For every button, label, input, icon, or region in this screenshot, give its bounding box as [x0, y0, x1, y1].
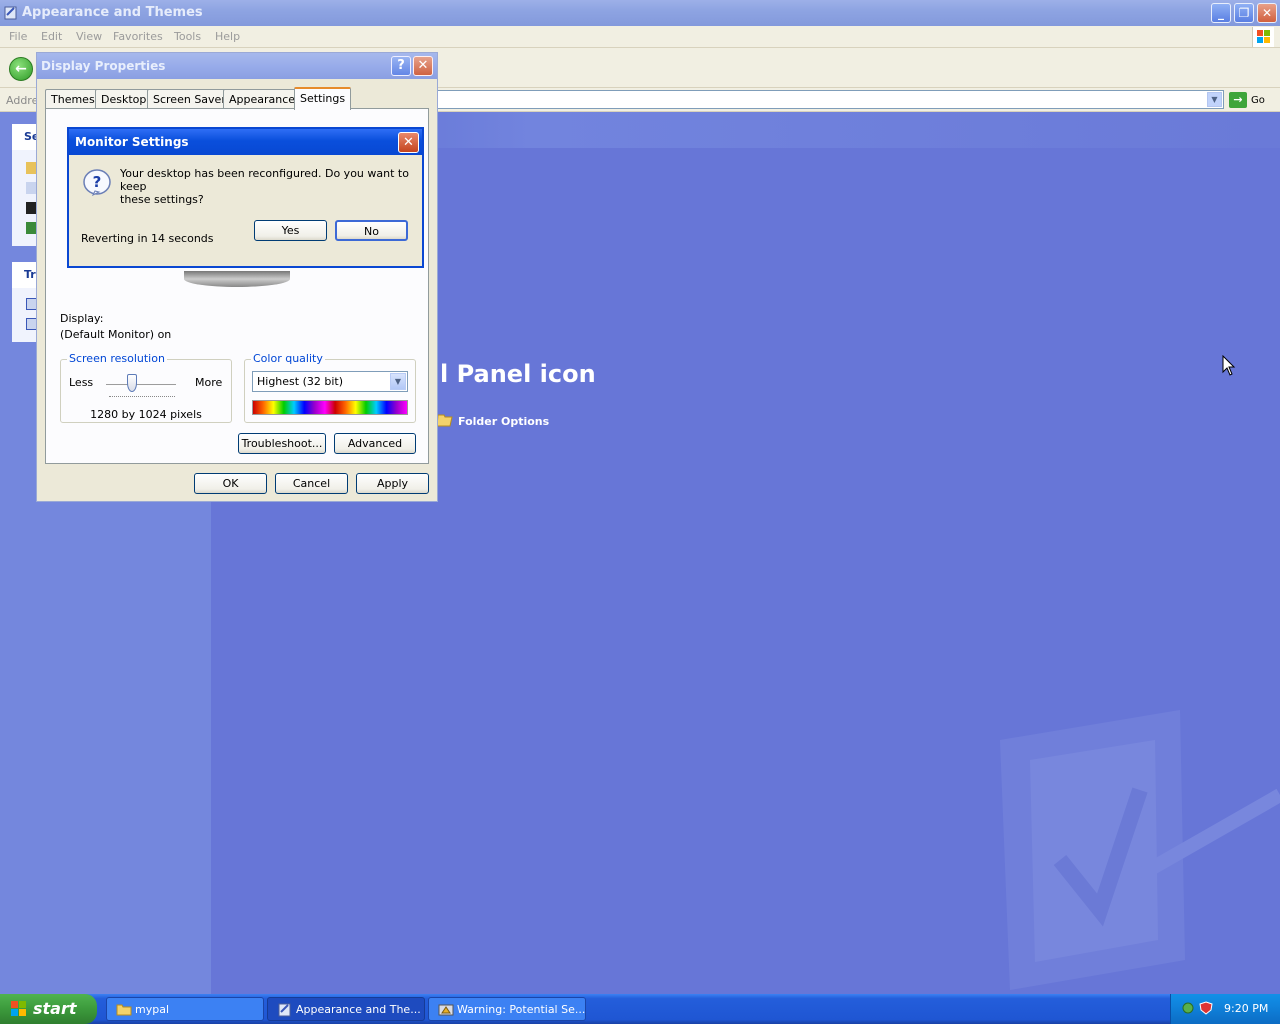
- back-button[interactable]: ←: [9, 57, 33, 81]
- taskbar-item-label: Warning: Potential Se...: [457, 1003, 586, 1016]
- troubleshoot-button[interactable]: Troubleshoot...: [238, 433, 326, 454]
- minimize-button[interactable]: _: [1211, 3, 1231, 23]
- cancel-button[interactable]: Cancel: [275, 473, 348, 494]
- tab-appearance[interactable]: Appearance: [223, 89, 302, 109]
- resolution-slider-thumb[interactable]: [127, 374, 137, 392]
- message-line-1: Your desktop has been reconfigured. Do y…: [120, 167, 409, 193]
- control-panel-icon: [278, 1003, 291, 1017]
- less-label: Less: [69, 376, 94, 389]
- monitor-settings-dialog: Monitor Settings ✕ ? Your desktop has be…: [67, 127, 424, 268]
- restore-button[interactable]: ❐: [1234, 3, 1254, 23]
- close-button[interactable]: ✕: [413, 56, 433, 76]
- system-tray: 9:20 PM: [1170, 994, 1280, 1024]
- help-button[interactable]: ?: [391, 56, 411, 76]
- tab-settings[interactable]: Settings: [294, 87, 352, 110]
- windows-logo-icon: [1252, 27, 1274, 47]
- address-label: Addre: [6, 94, 39, 107]
- resolution-slider[interactable]: [106, 384, 176, 387]
- taskbar-item-label: mypal: [135, 1003, 170, 1016]
- address-input[interactable]: ▼: [436, 90, 1224, 109]
- section-heading: l Panel icon: [440, 360, 596, 388]
- color-quality-select[interactable]: Highest (32 bit) ▼: [252, 371, 408, 392]
- more-label: More: [195, 376, 223, 389]
- windows-logo-icon: [11, 1001, 26, 1016]
- color-quality-group: Color quality Highest (32 bit) ▼: [244, 352, 416, 423]
- menu-favorites[interactable]: Favorites: [113, 30, 163, 43]
- mouse-cursor-icon: [1222, 355, 1236, 376]
- chevron-down-icon[interactable]: ▼: [390, 373, 406, 390]
- monitor-preview: [184, 271, 290, 287]
- screen-resolution-group: Screen resolution Less More 1280 by 1024…: [60, 352, 232, 423]
- menu-help[interactable]: Help: [215, 30, 240, 43]
- taskbar-item-warning[interactable]: Warning: Potential Se...: [428, 997, 586, 1021]
- tab-themes[interactable]: Themes: [45, 89, 101, 109]
- tab-desktop[interactable]: Desktop: [95, 89, 153, 109]
- menu-file[interactable]: File: [9, 30, 27, 43]
- folder-options-link[interactable]: Folder Options: [458, 415, 549, 428]
- menu-tools[interactable]: Tools: [174, 30, 201, 43]
- go-arrow-icon[interactable]: →: [1229, 92, 1247, 108]
- yes-button[interactable]: Yes: [254, 220, 327, 241]
- taskbar-item-label: Appearance and The...: [296, 1003, 421, 1016]
- close-button[interactable]: ✕: [1257, 3, 1277, 23]
- monitor-settings-message: Your desktop has been reconfigured. Do y…: [120, 167, 416, 206]
- folder-icon: [116, 1004, 132, 1016]
- taskbar-item-appearance[interactable]: Appearance and The...: [267, 997, 425, 1021]
- watermark-icon: [1000, 710, 1280, 990]
- no-button[interactable]: No: [335, 220, 408, 241]
- display-value: (Default Monitor) on: [60, 328, 172, 341]
- screen-resolution-legend: Screen resolution: [67, 352, 167, 365]
- taskbar: start mypal Appearance and The... Warnin…: [0, 994, 1280, 1024]
- color-spectrum-bar: [252, 400, 408, 415]
- message-line-2: these settings?: [120, 193, 204, 206]
- network-icon[interactable]: [1181, 1001, 1195, 1015]
- taskbar-item-mypal[interactable]: mypal: [106, 997, 264, 1021]
- warning-window-icon: [438, 1004, 454, 1016]
- menu-bar: File Edit View Favorites Tools Help: [0, 26, 1280, 48]
- tab-screen-saver[interactable]: Screen Saver: [147, 89, 232, 109]
- clock[interactable]: 9:20 PM: [1224, 1002, 1268, 1015]
- color-quality-value: Highest (32 bit): [257, 375, 344, 388]
- monitor-settings-title: Monitor Settings: [75, 135, 189, 149]
- folder-options-icon[interactable]: [436, 410, 454, 428]
- control-panel-icon: [4, 6, 17, 20]
- go-button[interactable]: Go: [1251, 95, 1265, 106]
- advanced-button[interactable]: Advanced: [334, 433, 416, 454]
- svg-text:?: ?: [93, 173, 102, 191]
- start-label: start: [33, 999, 77, 1018]
- explorer-titlebar[interactable]: Appearance and Themes _ ❐ ✕: [0, 0, 1280, 26]
- display-label: Display:: [60, 312, 104, 325]
- display-properties-titlebar[interactable]: Display Properties ? ✕: [37, 53, 437, 79]
- monitor-settings-titlebar[interactable]: Monitor Settings ✕: [69, 129, 422, 155]
- menu-edit[interactable]: Edit: [41, 30, 62, 43]
- slider-ticks: [109, 396, 175, 399]
- ok-button[interactable]: OK: [194, 473, 267, 494]
- display-properties-dialog: Display Properties ? ✕ Themes Desktop Sc…: [36, 52, 438, 502]
- security-shield-icon[interactable]: [1199, 1001, 1213, 1015]
- start-button[interactable]: start: [0, 994, 97, 1024]
- chevron-down-icon[interactable]: ▼: [1207, 92, 1222, 107]
- revert-countdown: Reverting in 14 seconds: [81, 232, 214, 245]
- close-button[interactable]: ✕: [398, 132, 419, 153]
- question-icon: ?: [83, 169, 111, 197]
- resolution-value: 1280 by 1024 pixels: [90, 408, 202, 421]
- explorer-title: Appearance and Themes: [22, 5, 203, 20]
- color-quality-legend: Color quality: [251, 352, 325, 365]
- apply-button[interactable]: Apply: [356, 473, 429, 494]
- menu-view[interactable]: View: [76, 30, 102, 43]
- dialog-title: Display Properties: [41, 59, 166, 73]
